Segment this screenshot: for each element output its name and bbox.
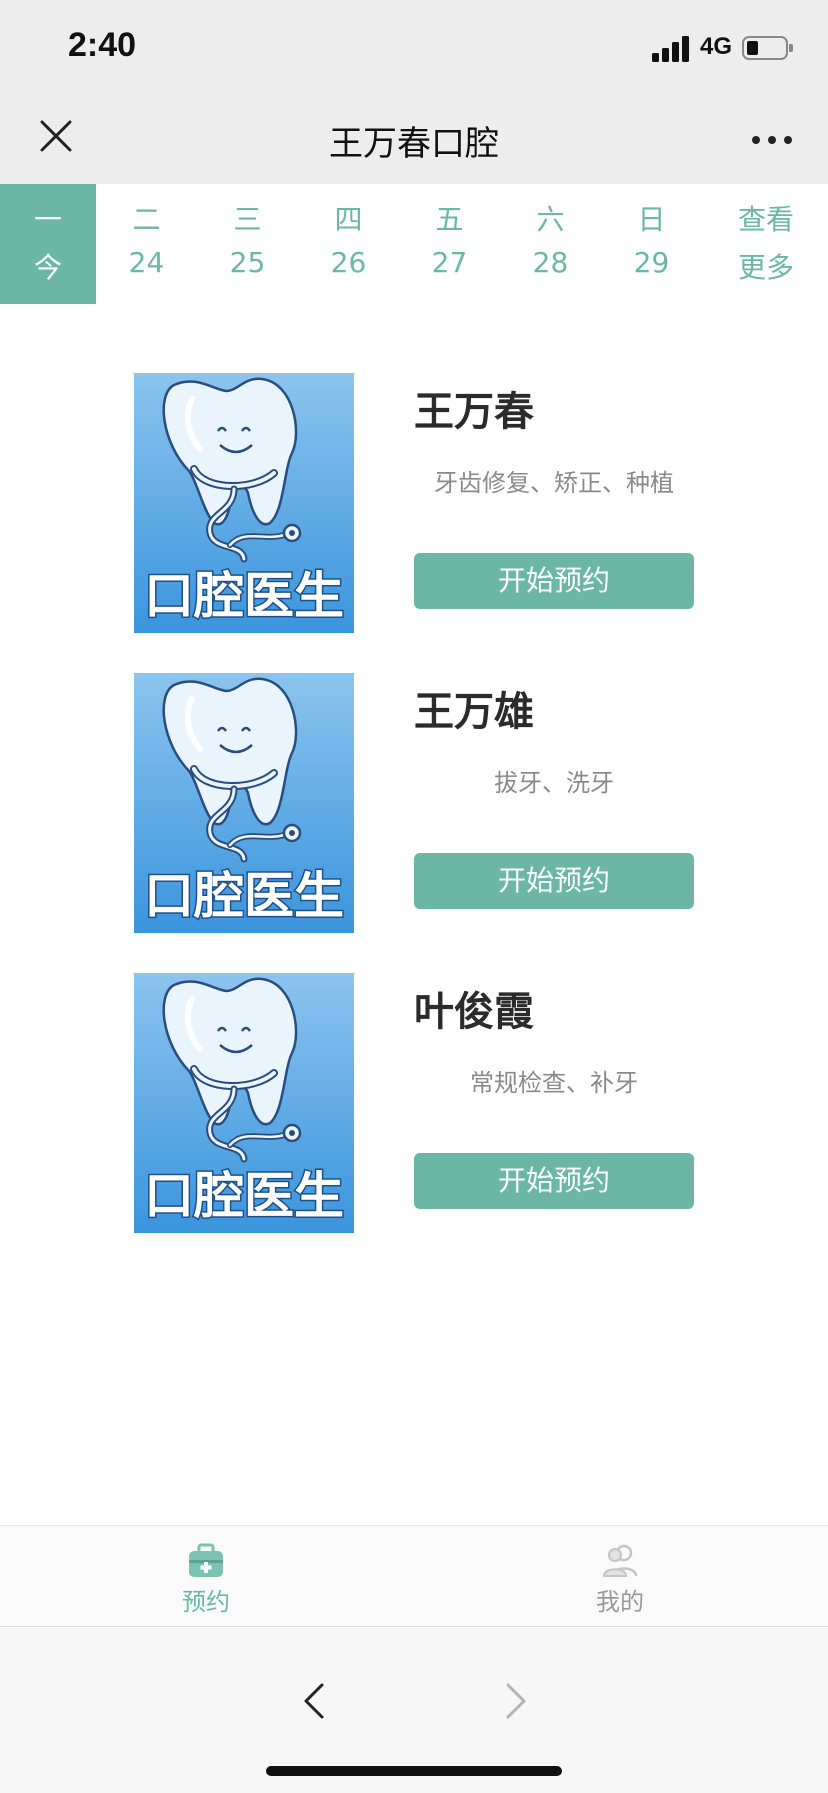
date-day: 28 — [532, 246, 569, 279]
doctor-specialty: 常规检查、补牙 — [470, 1069, 638, 1097]
status-time: 2:40 — [68, 26, 137, 64]
tab-mine[interactable]: 我的 — [520, 1526, 720, 1626]
doctor-photo: 口腔医生 — [134, 973, 354, 1233]
tab-label: 我的 — [596, 1588, 644, 1616]
date-day: 27 — [431, 246, 468, 279]
photo-caption: 口腔医生 — [144, 1167, 344, 1225]
book-appointment-button[interactable]: 开始预约 — [414, 1153, 694, 1209]
doctor-photo: 口腔医生 — [134, 373, 354, 633]
date-selector: 一 今 二 24 三 25 四 26 五 27 六 28 日 29 查看 更多 — [0, 184, 828, 304]
network-type: 4G — [700, 33, 733, 60]
home-indicator — [266, 1766, 562, 1776]
date-tab[interactable]: 二 24 — [96, 184, 197, 304]
tab-appointment[interactable]: 预约 — [106, 1526, 306, 1626]
back-arrow-icon[interactable] — [296, 1677, 332, 1725]
doctor-name: 叶俊霞 — [414, 989, 534, 1035]
doctor-specialty: 牙齿修复、矫正、种植 — [434, 469, 674, 497]
tab-label: 预约 — [182, 1588, 230, 1616]
date-day: 24 — [128, 246, 165, 279]
users-icon — [602, 1544, 638, 1577]
doctor-name: 王万春 — [414, 389, 534, 435]
forward-arrow-icon[interactable] — [498, 1677, 534, 1725]
date-day: 更多 — [737, 251, 794, 284]
doctor-specialty: 拔牙、洗牙 — [494, 769, 614, 797]
date-weekday: 六 — [536, 203, 565, 236]
date-tab[interactable]: 日 29 — [601, 184, 702, 304]
date-day: 25 — [229, 246, 266, 279]
medical-kit-icon — [189, 1543, 223, 1577]
photo-caption: 口腔医生 — [144, 567, 344, 625]
date-weekday: 日 — [637, 203, 666, 236]
doctor-card: 口腔医生 王万春 牙齿修复、矫正、种植 开始预约 — [134, 373, 694, 633]
doctor-photo: 口腔医生 — [134, 673, 354, 933]
date-weekday: 三 — [233, 203, 262, 236]
doctor-name: 王万雄 — [414, 689, 534, 735]
date-tab-today[interactable]: 一 今 — [0, 184, 96, 304]
photo-caption: 口腔医生 — [144, 867, 344, 925]
date-weekday: 四 — [334, 203, 363, 236]
bottom-tab-bar: 预约 我的 — [0, 1525, 828, 1626]
date-weekday: 二 — [132, 203, 161, 236]
book-appointment-button[interactable]: 开始预约 — [414, 553, 694, 609]
date-tab[interactable]: 六 28 — [500, 184, 601, 304]
battery-icon — [742, 36, 793, 60]
date-weekday: 五 — [435, 203, 464, 236]
doctor-card: 口腔医生 叶俊霞 常规检查、补牙 开始预约 — [134, 973, 694, 1233]
date-tab[interactable]: 三 25 — [197, 184, 298, 304]
date-weekday: 查看 — [737, 203, 794, 236]
top-bar: 2:40 4G 王万春口腔 — [0, 0, 828, 184]
date-tab-more[interactable]: 查看 更多 — [716, 184, 816, 304]
date-day: 26 — [330, 246, 367, 279]
date-day: 今 — [33, 251, 62, 284]
date-weekday: 一 — [33, 203, 62, 236]
page-title: 王万春口腔 — [329, 124, 499, 164]
book-appointment-button[interactable]: 开始预约 — [414, 853, 694, 909]
date-tab[interactable]: 四 26 — [298, 184, 399, 304]
date-tab[interactable]: 五 27 — [399, 184, 500, 304]
date-day: 29 — [633, 246, 670, 279]
more-icon[interactable] — [748, 124, 796, 156]
signal-icon — [652, 36, 689, 62]
doctor-card: 口腔医生 王万雄 拔牙、洗牙 开始预约 — [134, 673, 694, 933]
